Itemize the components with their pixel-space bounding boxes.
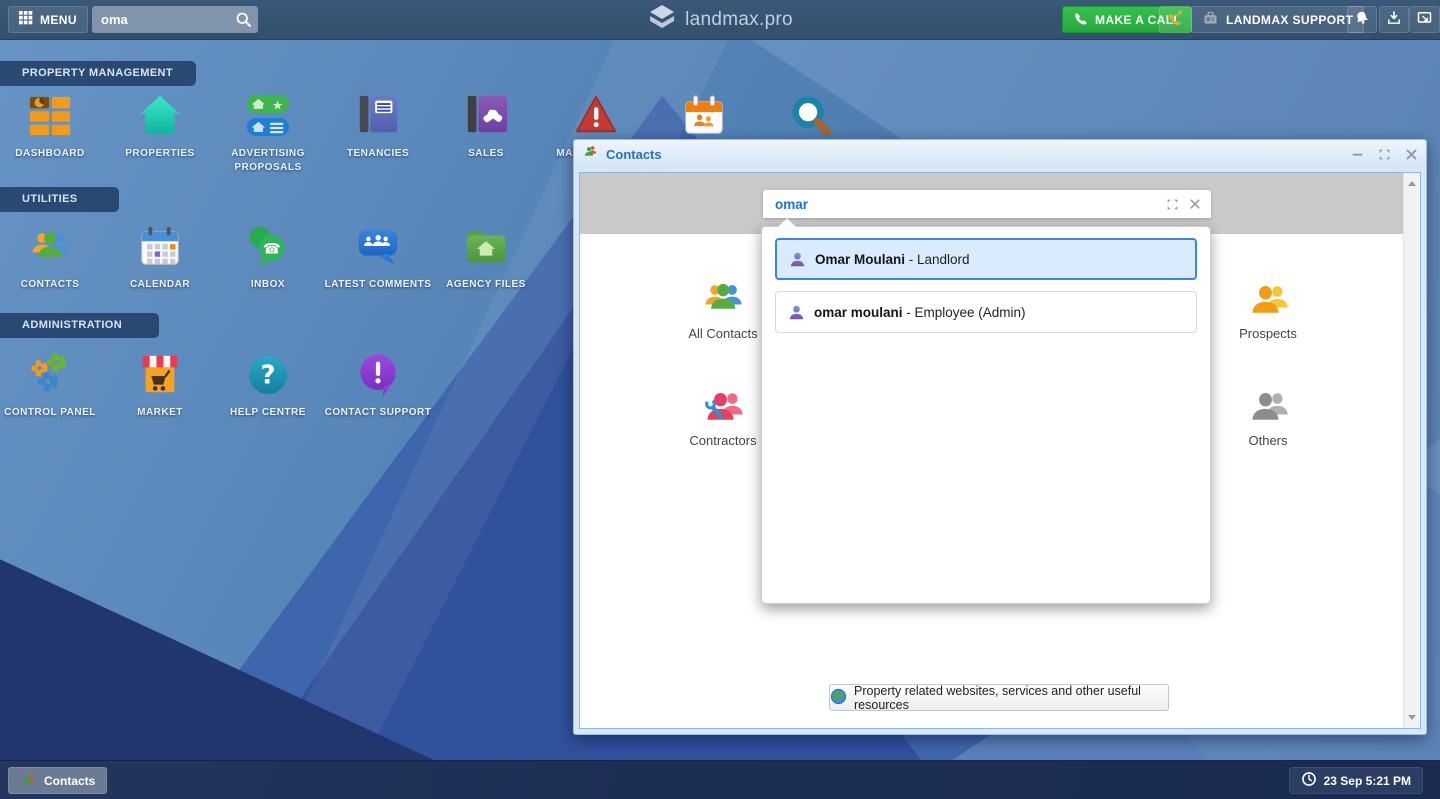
- group-header-property-management: PROPERTY MANAGEMENT: [0, 61, 196, 86]
- desktop-icon-calendar[interactable]: CALENDAR: [102, 224, 218, 292]
- expand-search-icon[interactable]: [1166, 198, 1179, 211]
- person-icon: [789, 251, 806, 268]
- phone-forward-icon: [1167, 10, 1184, 30]
- advertising-icon: ★: [210, 93, 326, 139]
- cat_others-icon: [1213, 383, 1323, 429]
- contacts-window: Contacts All Contacts Contractors Prospect…: [573, 139, 1427, 735]
- window-titlebar[interactable]: Contacts: [574, 140, 1426, 168]
- global-search-input[interactable]: [92, 12, 235, 27]
- category-prospects[interactable]: Prospects: [1213, 276, 1323, 341]
- contactsupport-icon: [320, 352, 436, 398]
- svg-text:?: ?: [260, 361, 275, 391]
- appointments-icon: [646, 93, 762, 139]
- screen: MENU landmax.pro MAKE A CALL: [0, 0, 1440, 799]
- person-icon: [788, 304, 805, 321]
- phone-icon: [1073, 11, 1088, 29]
- comments-icon: [320, 224, 436, 270]
- landmax-support-button[interactable]: LANDMAX SUPPORT: [1191, 6, 1365, 33]
- taskbar: Contacts 23 Sep 5:21 PM: [0, 760, 1440, 799]
- controlpanel-icon: [0, 352, 108, 398]
- search-result-selected[interactable]: Omar Moulani - Landlord: [775, 238, 1197, 280]
- properties-icon: [102, 93, 218, 139]
- desktop-icon-inbox[interactable]: ☎ INBOX: [210, 224, 326, 292]
- close-icon[interactable]: [1405, 148, 1418, 161]
- desktop-icon-tenancies[interactable]: TENANCIES: [320, 93, 436, 161]
- calendar-icon: [102, 224, 218, 270]
- desktop-icon-dashboard[interactable]: DASHBOARD: [0, 93, 108, 161]
- maintenance-icon: [538, 93, 654, 139]
- desktop-icon-market[interactable]: MARKET: [102, 352, 218, 420]
- monitor-icon: [1416, 10, 1433, 29]
- contact-search-box[interactable]: [763, 190, 1211, 218]
- search-result-item[interactable]: omar moulani - Employee (Admin): [775, 291, 1197, 333]
- desktop-icon-contacts[interactable]: CONTACTS: [0, 224, 108, 292]
- desktop-icon-agency-files[interactable]: AGENCY FILES: [428, 224, 544, 292]
- taskbar-app-label: Contacts: [44, 773, 96, 788]
- property-resources-button[interactable]: Property related websites, services and …: [829, 683, 1169, 712]
- desktop-icon-help-centre[interactable]: ? HELP CENTRE: [210, 352, 326, 420]
- desktop-icon-appointments[interactable]: [646, 93, 762, 139]
- clear-search-icon[interactable]: [1189, 198, 1201, 210]
- contacts-icon: [0, 224, 108, 270]
- inbox-icon: ☎: [210, 224, 326, 270]
- desktop-icon-latest-comments[interactable]: LATEST COMMENTS: [320, 224, 436, 292]
- logo-text: landmax.pro: [685, 9, 793, 30]
- desktop-icon-control-panel[interactable]: CONTROL PANEL: [0, 352, 108, 420]
- tenancies-icon: [320, 93, 436, 139]
- landmax-logo-icon: [647, 4, 677, 36]
- category-others[interactable]: Others: [1213, 383, 1323, 448]
- maximize-icon[interactable]: [1378, 148, 1391, 161]
- search-results-dropdown: Omar Moulani - Landlord omar moulani - Em…: [761, 218, 1211, 604]
- group-header-administration: ADMINISTRATION: [0, 313, 159, 338]
- helpcentre-icon: ?: [210, 352, 326, 398]
- desktop-icon-contact-support[interactable]: CONTACT SUPPORT: [320, 352, 436, 420]
- taskbar-clock[interactable]: 23 Sep 5:21 PM: [1288, 767, 1423, 794]
- resources-label: Property related websites, services and …: [854, 683, 1141, 712]
- group-header-utilities: UTILITIES: [0, 187, 119, 212]
- viewings-icon: [752, 93, 868, 139]
- scroll-down-icon[interactable]: [1408, 715, 1416, 720]
- support-label: LANDMAX SUPPORT: [1226, 12, 1354, 27]
- window-title: Contacts: [606, 146, 662, 162]
- contact-search-input[interactable]: [763, 196, 1166, 212]
- globe-icon: [830, 688, 847, 708]
- agencyfiles-icon: [428, 224, 544, 270]
- search-icon[interactable]: [235, 11, 252, 28]
- notifications-button[interactable]: [1347, 6, 1377, 33]
- desktop-icon-viewings[interactable]: [752, 93, 868, 139]
- display-button[interactable]: [1409, 6, 1440, 33]
- menu-label: MENU: [40, 12, 77, 27]
- scroll-up-icon[interactable]: [1408, 181, 1416, 186]
- support-badge-icon: [1202, 10, 1219, 29]
- contacts-icon: [20, 772, 37, 790]
- clock-label: 23 Sep 5:21 PM: [1323, 773, 1411, 788]
- apps-grid-icon: [19, 11, 33, 28]
- downloads-button[interactable]: [1379, 6, 1409, 33]
- minimize-icon[interactable]: [1351, 148, 1364, 161]
- svg-text:★: ★: [272, 97, 283, 112]
- svg-text:☎: ☎: [263, 242, 281, 258]
- global-search[interactable]: [92, 6, 258, 33]
- app-logo: landmax.pro: [647, 0, 793, 40]
- clock-icon: [1301, 771, 1317, 790]
- window-scrollbar[interactable]: [1403, 173, 1420, 728]
- bell-icon: [1354, 10, 1370, 29]
- cat_prospects-icon: [1213, 276, 1323, 322]
- taskbar-contacts-button[interactable]: Contacts: [8, 767, 108, 794]
- top-bar: MENU landmax.pro MAKE A CALL: [0, 0, 1440, 40]
- market-icon: [102, 352, 218, 398]
- download-icon: [1386, 10, 1402, 29]
- desktop-icon-advertising-proposals[interactable]: ★ ADVERTISING PROPOSALS: [210, 93, 326, 174]
- dashboard-icon: [0, 93, 108, 139]
- menu-button[interactable]: MENU: [8, 6, 88, 33]
- sales-icon: [428, 93, 544, 139]
- contacts-window-icon: [582, 144, 599, 164]
- call-forward-button[interactable]: [1159, 6, 1192, 33]
- desktop-icon-sales[interactable]: SALES: [428, 93, 544, 161]
- desktop-icon-properties[interactable]: PROPERTIES: [102, 93, 218, 161]
